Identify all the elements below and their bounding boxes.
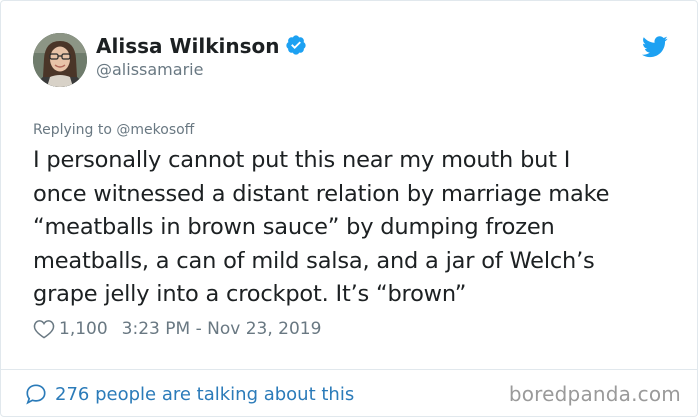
watermark: boredpanda.com [508, 382, 681, 406]
tweet-text: I personally cannot put this near my mou… [33, 144, 683, 312]
tweet-card: Alissa Wilkinson @alissamarie Replying t… [0, 0, 698, 417]
replying-prefix: Replying to [33, 122, 112, 138]
conversation-link[interactable]: 276 people are talking about this [25, 383, 354, 405]
replying-to-link[interactable]: @mekosoff [116, 122, 194, 138]
heart-icon[interactable] [33, 319, 55, 339]
tweet-timestamp[interactable]: 3:23 PM - Nov 23, 2019 [122, 319, 322, 339]
replying-to: Replying to @mekosoff [33, 122, 194, 138]
twitter-bird-icon[interactable] [642, 36, 668, 58]
tweet-text-line: once witnessed a distant relation by mar… [33, 180, 610, 207]
tweet-text-line: grape jelly into a crockpot. It’s “brown… [33, 281, 467, 307]
like-count[interactable]: 1,100 [59, 319, 108, 339]
footer-divider [1, 369, 697, 370]
tweet-text-line: “meatballs in brown sauce” by dumping fr… [33, 214, 555, 240]
author-handle[interactable]: @alissamarie [96, 60, 203, 79]
tweet-meta: 1,100 3:23 PM - Nov 23, 2019 [33, 319, 321, 339]
verified-badge-icon [285, 35, 306, 55]
tweet-text-line: meatballs, a can of mild salsa, and a ja… [33, 247, 595, 274]
speech-bubble-icon [26, 384, 46, 405]
avatar[interactable] [33, 33, 87, 87]
conversation-text[interactable]: 276 people are talking about this [55, 384, 354, 405]
tweet-text-line: I personally cannot put this near my mou… [33, 147, 571, 173]
author-name-text[interactable]: Alissa Wilkinson [96, 34, 280, 58]
author-display-name[interactable]: Alissa Wilkinson [96, 34, 307, 58]
